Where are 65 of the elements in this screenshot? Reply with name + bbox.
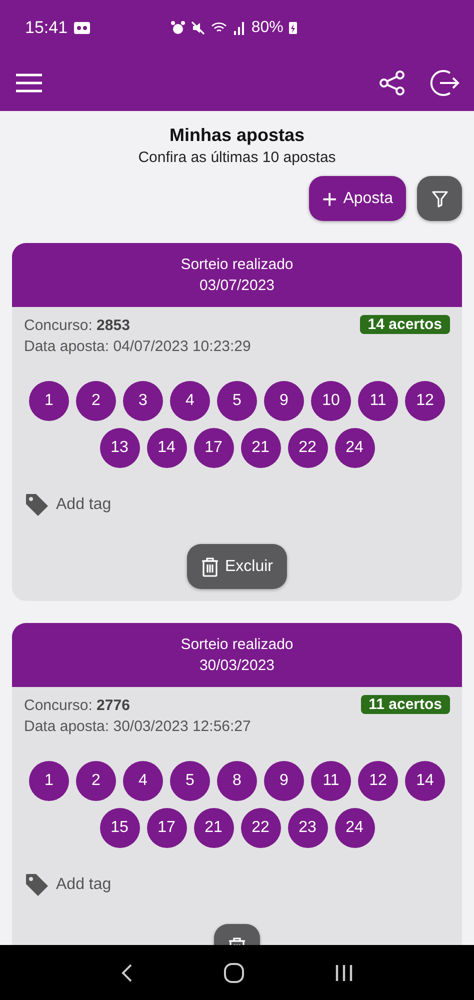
number-ball: 14 — [405, 761, 445, 801]
number-ball: 11 — [358, 381, 398, 421]
number-ball: 9 — [264, 761, 304, 801]
tag-icon — [24, 872, 50, 898]
mute-icon — [191, 20, 206, 34]
number-ball: 12 — [405, 381, 445, 421]
bet-date: Data aposta: 04/07/2023 10:23:29 — [24, 337, 252, 357]
bet-date: Data aposta: 30/03/2023 12:56:27 — [24, 717, 252, 737]
trash-icon — [200, 556, 219, 576]
number-ball: 14 — [146, 428, 186, 468]
voicemail-icon — [74, 22, 90, 34]
filter-button[interactable] — [417, 176, 462, 221]
page-subtitle: Confira as últimas 10 apostas — [137, 149, 337, 166]
number-ball: 22 — [288, 428, 328, 468]
number-ball: 23 — [288, 808, 328, 848]
status-time: 15:41 — [25, 18, 68, 38]
delete-button[interactable]: Excluir — [186, 544, 287, 589]
number-ball: 11 — [311, 761, 351, 801]
home-icon[interactable] — [222, 962, 245, 984]
number-ball: 17 — [146, 808, 186, 848]
number-ball: 22 — [240, 808, 280, 848]
recent-apps-icon[interactable] — [334, 964, 354, 982]
number-ball: 2 — [76, 761, 116, 801]
battery-percent: 80% — [251, 18, 284, 36]
add-tag-link[interactable]: Add tag — [56, 876, 112, 894]
draw-status: Sorteio realizado — [180, 635, 294, 655]
number-ball: 12 — [358, 761, 398, 801]
contest-number: Concurso: 2776 — [24, 696, 131, 716]
number-ball: 1 — [29, 381, 69, 421]
menu-icon[interactable] — [15, 73, 43, 93]
draw-date: 03/07/2023 — [198, 276, 276, 296]
number-ball: 13 — [100, 428, 140, 468]
number-ball: 24 — [334, 808, 374, 848]
back-icon[interactable] — [120, 962, 134, 982]
hits-badge: 11 acertos — [360, 695, 450, 714]
draw-date: 30/03/2023 — [198, 656, 276, 676]
signal-icon — [233, 20, 246, 34]
number-ball: 17 — [194, 428, 234, 468]
hits-badge: 14 acertos — [360, 315, 450, 334]
wifi-icon — [211, 20, 228, 34]
number-ball: 15 — [100, 808, 140, 848]
number-ball: 10 — [311, 381, 351, 421]
page-title: Minhas apostas — [168, 125, 306, 146]
number-ball: 1 — [29, 761, 69, 801]
add-tag-link[interactable]: Add tag — [56, 496, 112, 514]
battery-icon — [289, 21, 298, 34]
number-ball: 21 — [240, 428, 280, 468]
filter-icon — [430, 190, 448, 208]
add-bet-button[interactable]: + Aposta — [309, 176, 406, 221]
number-ball: 24 — [334, 428, 374, 468]
draw-status: Sorteio realizado — [180, 255, 294, 275]
number-ball: 21 — [194, 808, 234, 848]
number-ball: 9 — [264, 381, 304, 421]
number-ball: 5 — [170, 761, 210, 801]
contest-number: Concurso: 2853 — [24, 316, 131, 336]
logout-icon[interactable] — [428, 67, 460, 99]
number-ball: 4 — [123, 761, 163, 801]
tag-icon — [24, 492, 50, 518]
number-ball: 3 — [123, 381, 163, 421]
number-ball: 2 — [76, 381, 116, 421]
number-ball: 5 — [217, 381, 257, 421]
share-icon[interactable] — [378, 69, 406, 97]
number-ball: 8 — [217, 761, 257, 801]
number-ball: 4 — [170, 381, 210, 421]
alarm-icon — [171, 20, 186, 34]
